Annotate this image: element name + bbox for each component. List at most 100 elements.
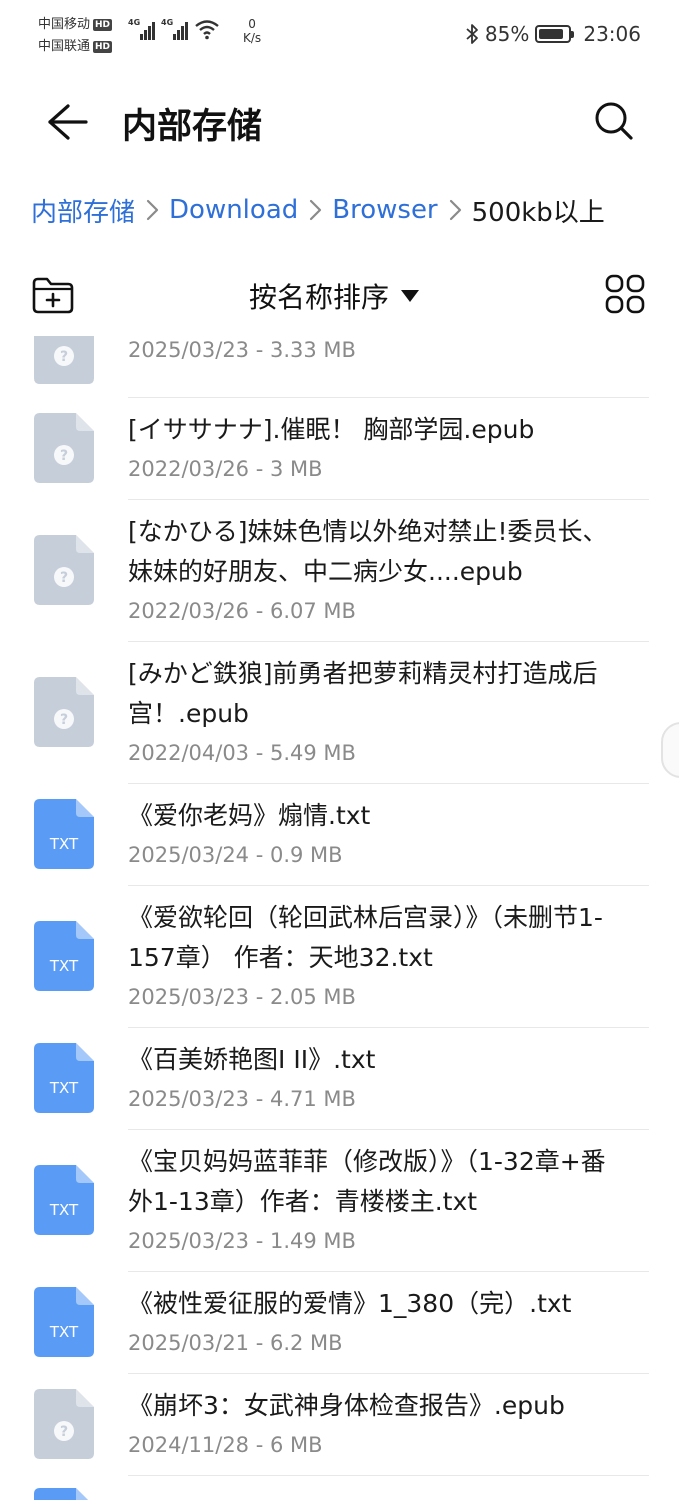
file-meta: 2022/04/03 - 5.49 MB: [128, 741, 356, 765]
txt-icon-label: TXT: [49, 1323, 79, 1341]
file-text: 《百美娇艳图I II》.txt 2025/03/23 - 4.71 MB: [128, 1040, 628, 1116]
title-bar: 内部存储: [0, 80, 679, 164]
battery-icon: [535, 25, 575, 43]
unknown-file-icon: ?: [34, 413, 94, 483]
file-list-item[interactable]: ? 2025/03/23 - 3.33 MB: [0, 336, 679, 398]
unknown-file-icon: ?: [34, 336, 94, 384]
txt-file-icon: TXT: [34, 799, 94, 869]
file-meta: 2022/03/26 - 3 MB: [128, 457, 323, 481]
txt-file-icon: TXT: [34, 1287, 94, 1357]
file-text: 《爱你老妈》煽情.txt 2025/03/24 - 0.9 MB: [128, 796, 628, 872]
file-name: [みかど鉄狼]前勇者把萝莉精灵村打造成后宫！.epub: [128, 659, 598, 728]
file-meta: 2025/03/23 - 2.05 MB: [128, 985, 356, 1009]
search-icon[interactable]: [593, 100, 635, 142]
breadcrumb-item-download[interactable]: Download: [169, 195, 298, 225]
file-list-item[interactable]: TXT 《被性爱征服的爱情》1_380（完）.txt 2025/03/21 - 6.…: [0, 1272, 679, 1374]
file-text: 《宝贝妈妈蓝菲菲（修改版）》（1-32章+番外1-13章）作者：青楼楼主.txt…: [128, 1142, 628, 1258]
txt-file-icon: TXT: [34, 1488, 88, 1500]
network-type-2: 4G: [161, 18, 174, 27]
unknown-icon-label: ?: [60, 570, 68, 586]
file-list-item[interactable]: TXT《碧血收美传》(未删节1-9卷10章)作者：春: [0, 1476, 679, 1500]
network-speed-value: 0: [248, 17, 256, 31]
file-meta: 2022/03/26 - 6.07 MB: [128, 599, 356, 623]
file-list-item[interactable]: TXT 《宝贝妈妈蓝菲菲（修改版）》（1-32章+番外1-13章）作者：青楼楼主.…: [0, 1130, 679, 1272]
txt-icon-label: TXT: [49, 1201, 79, 1219]
file-name: 《崩坏3：女武神身体检查报告》.epub: [128, 1391, 565, 1420]
file-meta: 2025/03/23 - 3.33 MB: [128, 338, 356, 362]
carrier-1-label: 中国移动: [38, 17, 91, 32]
txt-icon-label: TXT: [49, 957, 79, 975]
battery-percent: 85%: [484, 22, 530, 46]
file-text: [イササナナ].催眠！ 胸部学园.epub 2022/03/26 - 3 MB: [128, 410, 628, 486]
chevron-right-icon: [310, 199, 322, 221]
file-meta: 2025/03/23 - 1.49 MB: [128, 1229, 356, 1253]
file-text: [なかひる]妹妹色情以外绝对禁止!委员长、妹妹的好朋友、中二病少女....epu…: [128, 512, 628, 628]
unknown-file-icon: ?: [34, 535, 94, 605]
txt-icon-label: TXT: [49, 835, 79, 853]
file-name: 《百美娇艳图I II》.txt: [128, 1045, 376, 1074]
page-title: 内部存储: [122, 107, 263, 147]
unknown-icon-label: ?: [60, 1424, 68, 1440]
txt-file-icon: TXT: [34, 1043, 94, 1113]
file-list-item[interactable]: ? [イササナナ].催眠！ 胸部学园.epub 2022/03/26 - 3 MB: [0, 398, 679, 500]
file-meta: 2025/03/21 - 6.2 MB: [128, 1331, 343, 1355]
chevron-right-icon: [449, 199, 461, 221]
breadcrumb-item-browser[interactable]: Browser: [332, 195, 437, 225]
sort-dropdown[interactable]: 按名称排序: [249, 276, 420, 316]
grid-view-icon[interactable]: [605, 274, 645, 314]
txt-icon-label: TXT: [49, 1079, 79, 1097]
hd-badge-1: HD: [93, 19, 113, 31]
file-list[interactable]: ? 2025/03/23 - 3.33 MB? [イササナナ].催眠！ 胸部学园.e…: [0, 336, 679, 1500]
file-text: 《被性爱征服的爱情》1_380（完）.txt 2025/03/21 - 6.2 M…: [128, 1284, 628, 1360]
breadcrumb-item-current: 500kb以上: [471, 197, 605, 228]
file-list-content: ? 2025/03/23 - 3.33 MB? [イササナナ].催眠！ 胸部学园.e…: [0, 336, 679, 1500]
file-meta: 2025/03/24 - 0.9 MB: [128, 843, 343, 867]
file-list-item[interactable]: TXT 《爱欲轮回（轮回武林后宫录）》（未删节1-157章） 作者：天地32.tx…: [0, 886, 679, 1028]
signal-indicators: 4G 4G: [128, 18, 220, 40]
status-bar: 中国移动 HD 中国联通 HD 4G 4G 0 K/s 85% 23:06: [0, 0, 679, 70]
carrier-2-label: 中国联通: [38, 39, 91, 54]
status-right: 85% 23:06: [465, 22, 641, 46]
unknown-icon-label: ?: [60, 349, 68, 365]
unknown-icon-label: ?: [60, 712, 68, 728]
file-text: [みかど鉄狼]前勇者把萝莉精灵村打造成后宫！.epub 2022/04/03 - …: [128, 654, 628, 770]
wifi-icon: [195, 20, 219, 40]
chevron-right-icon: [146, 199, 159, 221]
file-meta: 2025/03/23 - 4.71 MB: [128, 1087, 356, 1111]
file-list-item[interactable]: TXT 《爱你老妈》煽情.txt 2025/03/24 - 0.9 MB: [0, 784, 679, 886]
file-meta: 2024/11/28 - 6 MB: [128, 1433, 323, 1457]
file-name: 《爱你老妈》煽情.txt: [128, 801, 371, 830]
breadcrumb: 内部存储 Download Browser 500kb以上: [31, 190, 605, 230]
caret-down-icon: [401, 290, 420, 302]
txt-file-icon: TXT: [34, 921, 94, 991]
file-text: 《崩坏3：女武神身体检查报告》.epub 2024/11/28 - 6 MB: [128, 1386, 628, 1462]
file-name: 《宝贝妈妈蓝菲菲（修改版）》（1-32章+番外1-13章）作者：青楼楼主.txt: [128, 1147, 606, 1216]
sort-label: 按名称排序: [249, 281, 390, 314]
txt-file-icon: TXT: [34, 1165, 94, 1235]
file-list-item[interactable]: ? 《崩坏3：女武神身体检查报告》.epub 2024/11/28 - 6 MB: [0, 1374, 679, 1476]
unknown-file-icon: ?: [34, 1389, 94, 1459]
signal-strength-icon: 4G: [128, 18, 155, 40]
back-arrow-icon[interactable]: [44, 100, 90, 144]
toolbar: 按名称排序: [0, 270, 679, 320]
file-text: 《爱欲轮回（轮回武林后宫录）》（未删节1-157章） 作者：天地32.txt 20…: [128, 898, 628, 1014]
signal-strength-icon: 4G: [161, 18, 188, 40]
clock: 23:06: [583, 22, 641, 46]
network-speed-unit: K/s: [243, 31, 262, 45]
file-name: [なかひる]妹妹色情以外绝对禁止!委员长、妹妹的好朋友、中二病少女....epu…: [128, 517, 608, 586]
file-name: 《爱欲轮回（轮回武林后宫录）》（未删节1-157章） 作者：天地32.txt: [128, 903, 603, 972]
unknown-icon-label: ?: [60, 448, 68, 464]
hd-badge-2: HD: [93, 41, 113, 53]
file-list-item[interactable]: ? [なかひる]妹妹色情以外绝对禁止!委员长、妹妹的好朋友、中二病少女....ep…: [0, 500, 679, 642]
file-name: 《被性爱征服的爱情》1_380（完）.txt: [128, 1289, 572, 1318]
file-text: 2025/03/23 - 3.33 MB: [128, 336, 628, 367]
file-list-item[interactable]: ? [みかど鉄狼]前勇者把萝莉精灵村打造成后宫！.epub 2022/04/03 -…: [0, 642, 679, 784]
unknown-file-icon: ?: [34, 677, 94, 747]
network-speed: 0 K/s: [243, 17, 261, 45]
file-list-item[interactable]: TXT 《百美娇艳图I II》.txt 2025/03/23 - 4.71 MB: [0, 1028, 679, 1130]
bluetooth-icon: [466, 24, 478, 44]
new-folder-icon[interactable]: [31, 275, 75, 315]
file-name: [イササナナ].催眠！ 胸部学园.epub: [128, 415, 535, 444]
battery-fill: [539, 29, 564, 39]
breadcrumb-item-internal-storage[interactable]: 内部存储: [31, 192, 135, 229]
